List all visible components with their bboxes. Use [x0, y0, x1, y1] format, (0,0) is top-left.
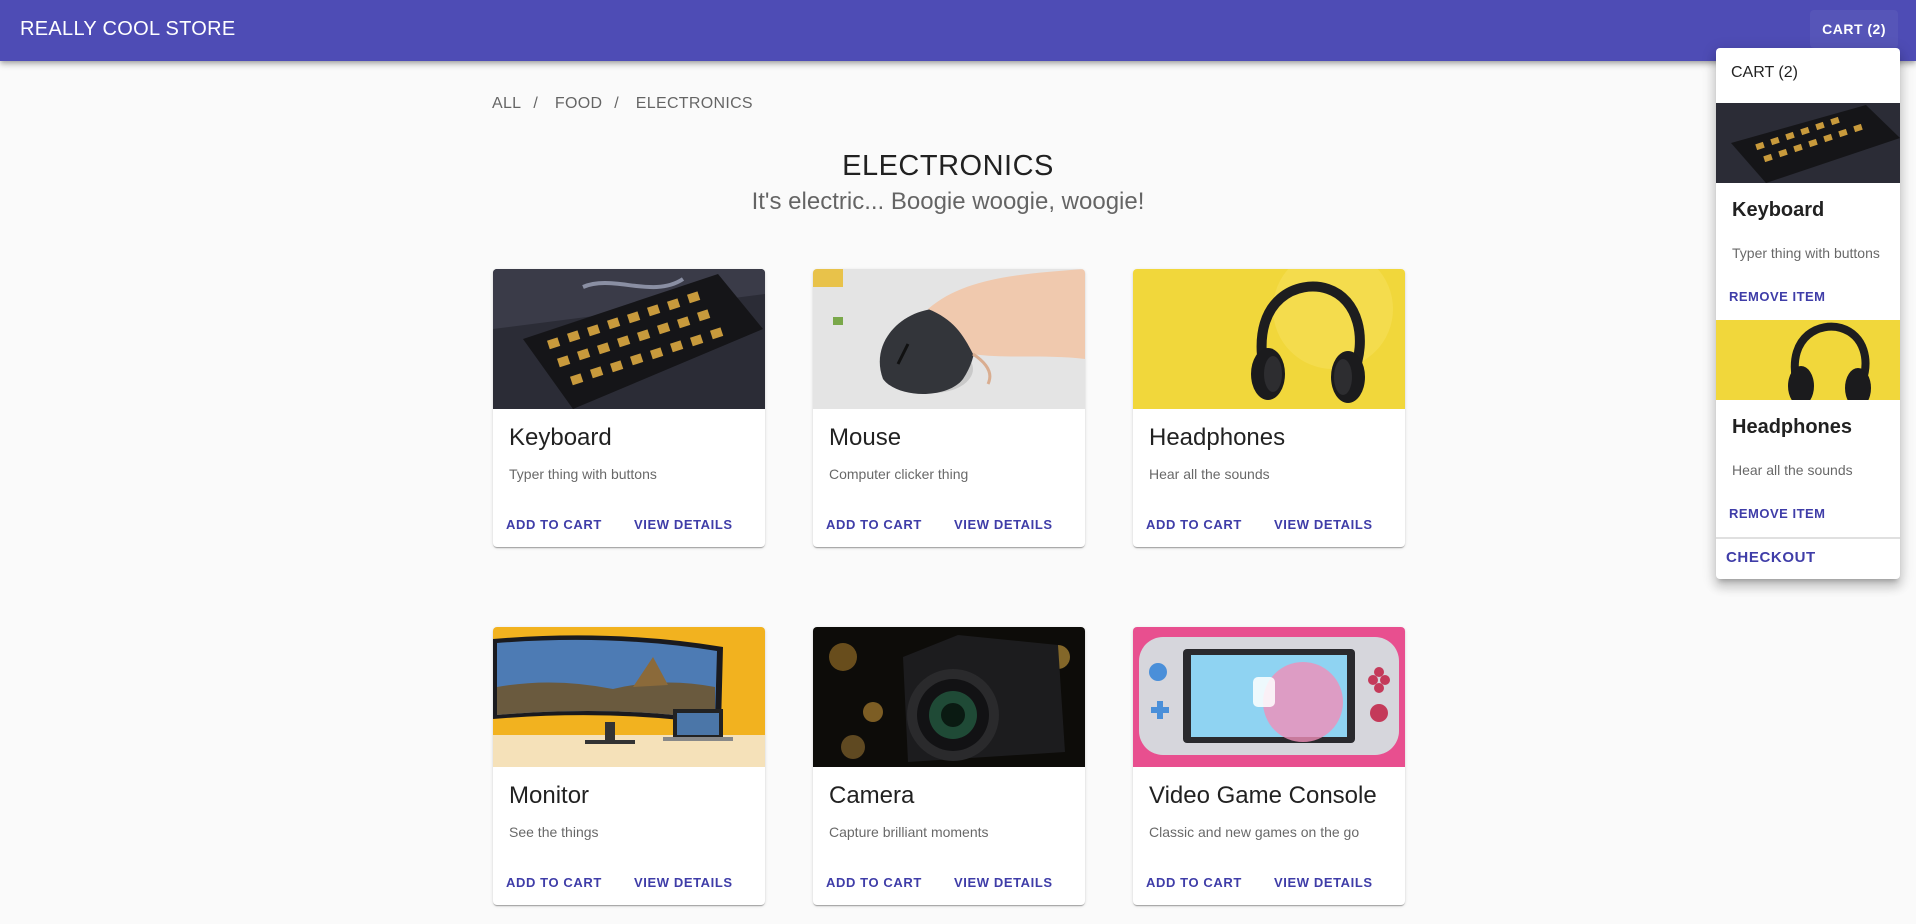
- mouse-image: [813, 269, 1085, 409]
- card-actions: ADD TO CART VIEW DETAILS: [1133, 875, 1405, 905]
- page-subtitle: It's electric... Boogie woogie, woogie!: [751, 188, 1145, 215]
- breadcrumb-food[interactable]: FOOD: [555, 95, 602, 112]
- keyboard-image: [493, 269, 765, 409]
- divider: [1716, 537, 1900, 539]
- page-title: ELECTRONICS: [842, 150, 1054, 182]
- breadcrumb-all[interactable]: ALL: [492, 95, 521, 112]
- product-description: See the things: [509, 824, 599, 840]
- card-actions: ADD TO CART VIEW DETAILS: [1133, 517, 1405, 547]
- cart-item-description: Hear all the sounds: [1732, 462, 1853, 478]
- card-actions: ADD TO CART VIEW DETAILS: [813, 517, 1085, 547]
- camera-image: [813, 627, 1085, 767]
- breadcrumb-separator: /: [533, 95, 539, 112]
- view-details-button[interactable]: VIEW DETAILS: [634, 517, 733, 532]
- add-to-cart-button[interactable]: ADD TO CART: [1146, 875, 1242, 890]
- product-name: Headphones: [1149, 424, 1286, 451]
- card-actions: ADD TO CART VIEW DETAILS: [493, 517, 765, 547]
- view-details-button[interactable]: VIEW DETAILS: [954, 517, 1053, 532]
- headphones-thumbnail: [1716, 320, 1900, 400]
- product-card-headphones: Headphones Hear all the sounds ADD TO CA…: [1133, 269, 1405, 547]
- add-to-cart-button[interactable]: ADD TO CART: [506, 517, 602, 532]
- product-card-camera: Camera Capture brilliant moments ADD TO …: [813, 627, 1085, 905]
- monitor-image: [493, 627, 765, 767]
- view-details-button[interactable]: VIEW DETAILS: [1274, 875, 1373, 890]
- keyboard-thumbnail: [1716, 103, 1900, 183]
- add-to-cart-button[interactable]: ADD TO CART: [1146, 517, 1242, 532]
- product-description: Capture brilliant moments: [829, 824, 989, 840]
- card-actions: ADD TO CART VIEW DETAILS: [493, 875, 765, 905]
- remove-item-button[interactable]: REMOVE ITEM: [1729, 289, 1826, 304]
- product-description: Hear all the sounds: [1149, 466, 1270, 482]
- product-name: Monitor: [509, 782, 590, 809]
- checkout-button[interactable]: CHECKOUT: [1726, 549, 1816, 566]
- view-details-button[interactable]: VIEW DETAILS: [1274, 517, 1373, 532]
- cart-popover: CART (2) Keyboard Typer thing with butto…: [1716, 48, 1900, 579]
- product-description: Classic and new games on the go: [1149, 824, 1360, 840]
- product-card-monitor: Monitor See the things ADD TO CART VIEW …: [493, 627, 765, 905]
- cart-item-description: Typer thing with buttons: [1732, 245, 1880, 261]
- cart-button[interactable]: CART (2): [1810, 10, 1898, 48]
- cart-item-name: Headphones: [1732, 416, 1853, 438]
- product-description: Typer thing with buttons: [509, 466, 657, 482]
- add-to-cart-button[interactable]: ADD TO CART: [826, 517, 922, 532]
- remove-item-button[interactable]: REMOVE ITEM: [1729, 506, 1826, 521]
- cart-item-headphones: Headphones Hear all the sounds REMOVE IT…: [1716, 320, 1900, 537]
- cart-item-name: Keyboard: [1732, 199, 1825, 221]
- breadcrumb-separator: /: [614, 95, 620, 112]
- product-name: Video Game Console: [1149, 782, 1377, 809]
- product-name: Camera: [829, 782, 915, 809]
- breadcrumb-electronics[interactable]: ELECTRONICS: [636, 95, 753, 112]
- product-card-mouse: Mouse Computer clicker thing ADD TO CART…: [813, 269, 1085, 547]
- cart-popover-header: CART (2): [1731, 64, 1798, 81]
- card-actions: ADD TO CART VIEW DETAILS: [813, 875, 1085, 905]
- app-bar: REALLY COOL STORE CART (2): [0, 0, 1916, 61]
- add-to-cart-button[interactable]: ADD TO CART: [506, 875, 602, 890]
- breadcrumb: ALL / FOOD / ELECTRONICS: [492, 95, 765, 113]
- view-details-button[interactable]: VIEW DETAILS: [634, 875, 733, 890]
- store-title[interactable]: REALLY COOL STORE: [20, 0, 236, 59]
- product-name: Keyboard: [509, 424, 612, 451]
- product-name: Mouse: [829, 424, 902, 451]
- headphones-image: [1133, 269, 1405, 409]
- cart-item-keyboard: Keyboard Typer thing with buttons REMOVE…: [1716, 103, 1900, 320]
- view-details-button[interactable]: VIEW DETAILS: [954, 875, 1053, 890]
- product-description: Computer clicker thing: [829, 466, 969, 482]
- product-card-console: Video Game Console Classic and new games…: [1133, 627, 1405, 905]
- add-to-cart-button[interactable]: ADD TO CART: [826, 875, 922, 890]
- product-card-keyboard: Keyboard Typer thing with buttons ADD TO…: [493, 269, 765, 547]
- console-image: [1133, 627, 1405, 767]
